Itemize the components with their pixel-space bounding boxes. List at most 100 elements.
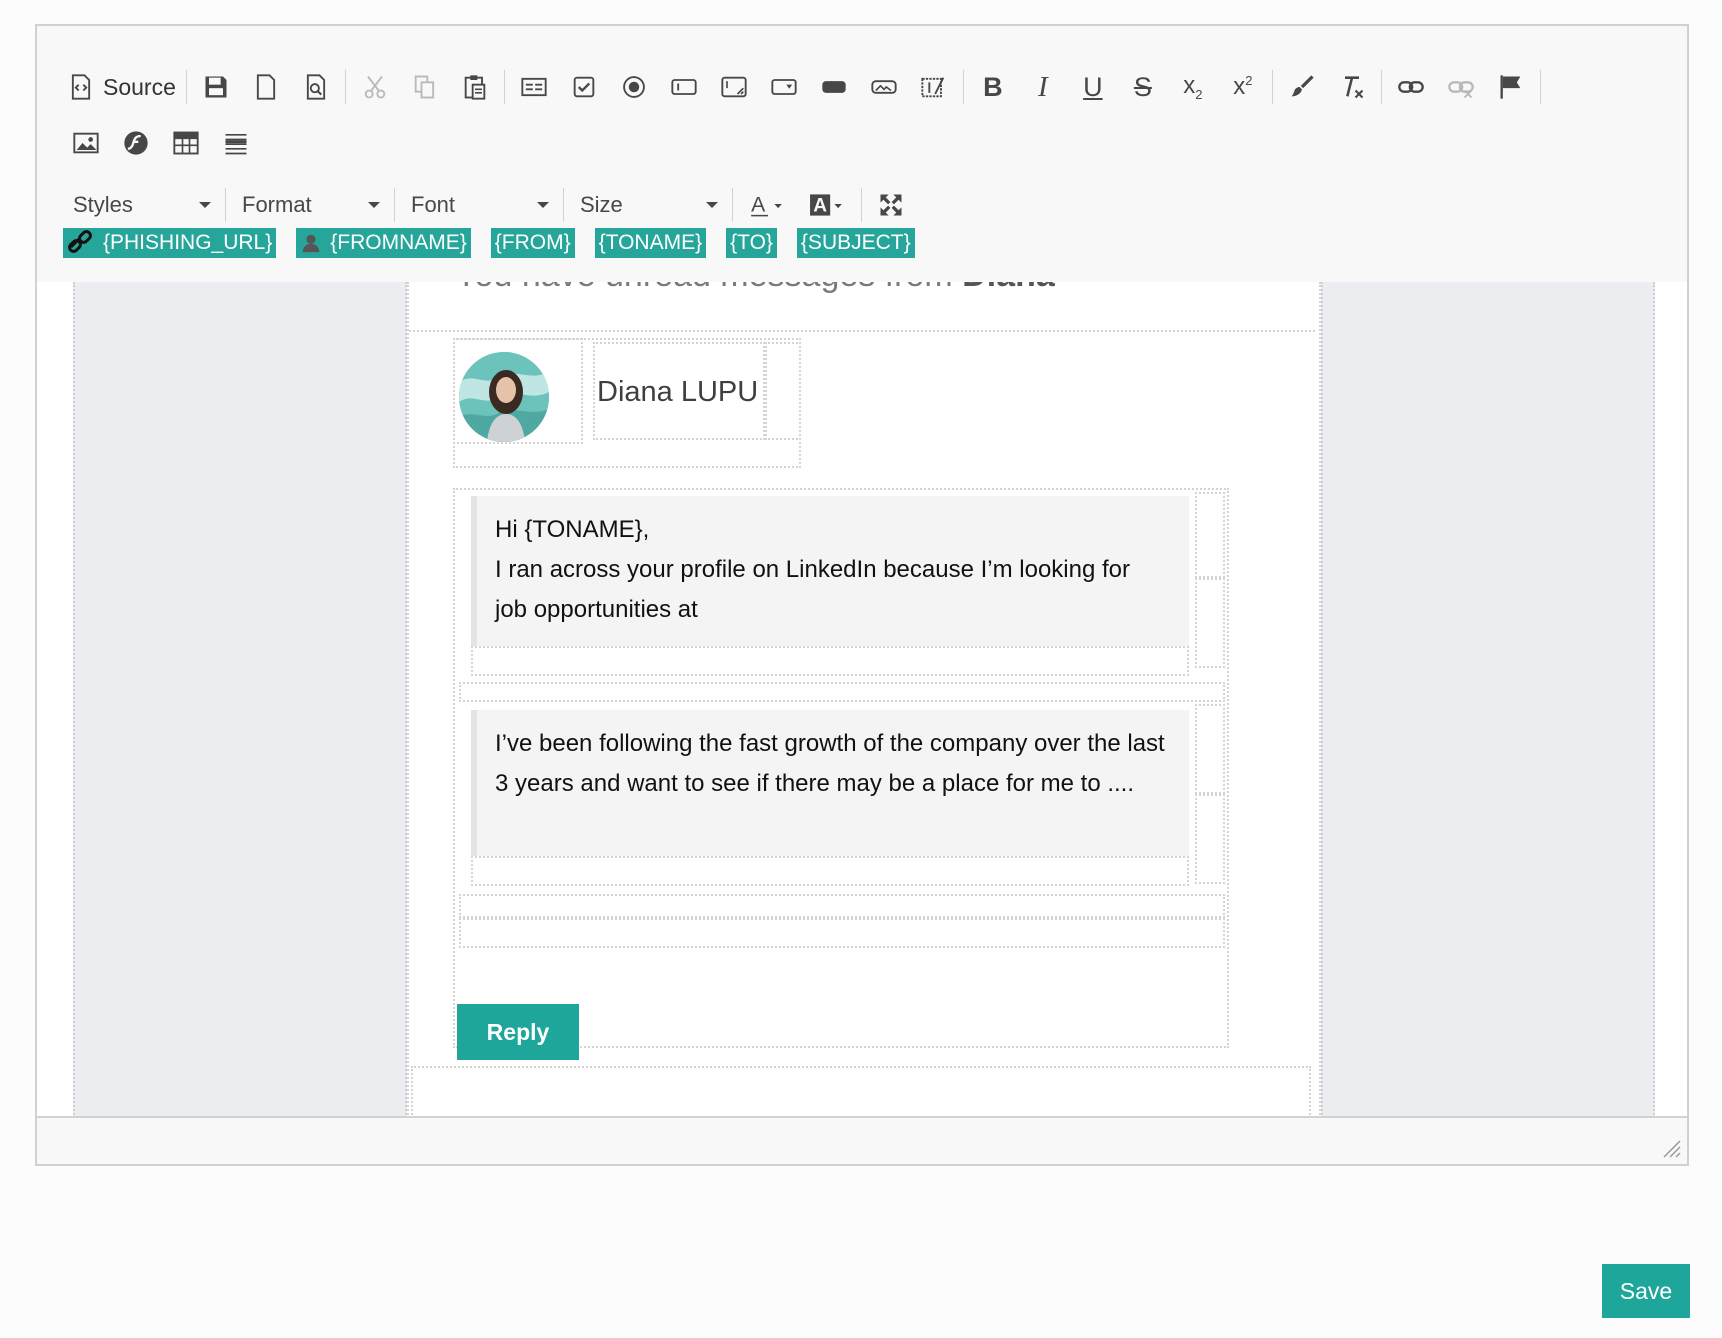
subscript-icon: x2	[1183, 72, 1203, 102]
text-field-button[interactable]	[659, 64, 709, 110]
source-button[interactable]: Source	[61, 64, 182, 110]
copy-button[interactable]	[400, 64, 450, 110]
hidden-field-button[interactable]	[909, 64, 959, 110]
copy-formatting-button[interactable]	[1277, 64, 1327, 110]
editor-toolbar: Source B I U S x2 x2 Styles Format Font …	[37, 26, 1687, 283]
horizontal-rule-icon	[225, 134, 247, 155]
select-icon	[771, 79, 797, 95]
table-icon	[173, 131, 199, 155]
email-heading-text: You have unread messages from	[455, 282, 962, 294]
toolbar-row-1: Source B I U S x2 x2	[61, 64, 1545, 110]
message-text-2: I’ve been following the fast growth of t…	[495, 730, 1165, 797]
message-greeting: Hi {TONAME},	[495, 516, 650, 543]
select-button[interactable]	[759, 64, 809, 110]
text-color-button[interactable]: A	[737, 182, 797, 228]
toolbar-separator	[563, 188, 564, 222]
row-spacer	[459, 894, 1225, 918]
copy-icon	[414, 75, 434, 99]
placeholder-phishing-url[interactable]: {PHISHING_URL}	[63, 228, 277, 258]
styles-dropdown-label: Styles	[73, 192, 133, 217]
flash-button[interactable]	[111, 120, 161, 166]
row-spacer	[459, 682, 1225, 702]
source-label: Source	[103, 73, 176, 100]
link-icon	[68, 230, 92, 253]
anchor-button[interactable]	[1486, 64, 1536, 110]
rich-text-editor: Source B I U S x2 x2 Styles Format Font …	[35, 24, 1689, 1166]
link-icon	[1398, 81, 1424, 93]
left-gutter	[73, 282, 407, 1122]
image-button[interactable]	[61, 120, 111, 166]
message-side-cell	[1195, 704, 1225, 794]
image-button-icon	[871, 80, 897, 94]
placeholder-from[interactable]: {FROM}	[490, 228, 575, 258]
checkbox-icon	[573, 76, 595, 98]
right-gutter	[1321, 282, 1655, 1122]
italic-button[interactable]: I	[1018, 64, 1068, 110]
chevron-down-icon	[537, 202, 549, 208]
strikethrough-button[interactable]: S	[1118, 64, 1168, 110]
button-icon	[822, 81, 846, 93]
new-page-icon	[256, 74, 275, 100]
toolbar-separator	[225, 188, 226, 222]
message-side-cell	[1195, 794, 1225, 884]
toolbar-separator	[1271, 70, 1273, 104]
radio-button[interactable]	[609, 64, 659, 110]
chevron-down-icon	[199, 202, 211, 208]
remove-format-button[interactable]	[1327, 64, 1377, 110]
unlink-button[interactable]	[1436, 64, 1486, 110]
toolbar-separator	[503, 70, 505, 104]
table-button[interactable]	[161, 120, 211, 166]
font-dropdown-label: Font	[411, 192, 456, 217]
sender-name: Diana LUPU	[597, 376, 759, 408]
bold-button[interactable]: B	[968, 64, 1018, 110]
clipboard-icon	[464, 75, 486, 100]
paintbrush-icon	[1291, 75, 1314, 97]
image-button-button[interactable]	[859, 64, 909, 110]
background-color-button[interactable]: A	[797, 182, 857, 228]
checkbox-button[interactable]	[559, 64, 609, 110]
paste-button[interactable]	[450, 64, 500, 110]
placeholder-subject[interactable]: {SUBJECT}	[796, 228, 915, 258]
link-button[interactable]	[1386, 64, 1436, 110]
underline-button[interactable]: U	[1068, 64, 1118, 110]
maximize-button[interactable]	[866, 182, 916, 228]
placeholder-row: {PHISHING_URL} {FROMNAME} {FROM} {TONAME…	[63, 228, 915, 258]
placeholder-fromname[interactable]: {FROMNAME}	[296, 228, 471, 258]
chevron-down-icon	[368, 202, 380, 208]
placeholder-toname-label: {TONAME}	[598, 231, 703, 254]
placeholder-subject-label: {SUBJECT}	[800, 231, 911, 254]
background-color-icon: A	[810, 194, 842, 216]
cut-button[interactable]	[350, 64, 400, 110]
image-icon	[73, 132, 99, 154]
scissors-icon	[364, 75, 386, 99]
save-document-button[interactable]	[191, 64, 241, 110]
editor-content-area[interactable]: You have unread messages from Diana Dian…	[37, 282, 1687, 1122]
format-dropdown[interactable]: Format	[230, 182, 390, 228]
text-color-icon: A	[751, 193, 782, 216]
size-dropdown[interactable]: Size	[568, 182, 728, 228]
superscript-icon: x2	[1233, 73, 1253, 100]
textarea-button[interactable]	[709, 64, 759, 110]
source-icon	[71, 74, 91, 100]
resize-handle-icon[interactable]	[1663, 1140, 1681, 1158]
font-dropdown[interactable]: Font	[399, 182, 559, 228]
hidden-field-icon	[921, 77, 945, 98]
horizontal-rule-button[interactable]	[211, 120, 261, 166]
reply-button[interactable]: Reply	[457, 1004, 579, 1060]
subscript-button[interactable]: x2	[1168, 64, 1218, 110]
placeholder-to[interactable]: {TO}	[726, 228, 777, 258]
spacer-cell	[765, 342, 801, 440]
underline-icon: U	[1083, 71, 1103, 102]
form-button[interactable]	[509, 64, 559, 110]
save-button[interactable]: Save	[1602, 1264, 1690, 1318]
placeholder-toname[interactable]: {TONAME}	[594, 228, 707, 258]
superscript-button[interactable]: x2	[1218, 64, 1268, 110]
new-page-button[interactable]	[241, 64, 291, 110]
form-button-button[interactable]	[809, 64, 859, 110]
preview-button[interactable]	[291, 64, 341, 110]
styles-dropdown[interactable]: Styles	[61, 182, 221, 228]
flash-icon	[124, 131, 148, 155]
svg-text:A: A	[813, 195, 827, 216]
toolbar-separator	[962, 70, 964, 104]
unlink-icon	[1448, 81, 1474, 99]
